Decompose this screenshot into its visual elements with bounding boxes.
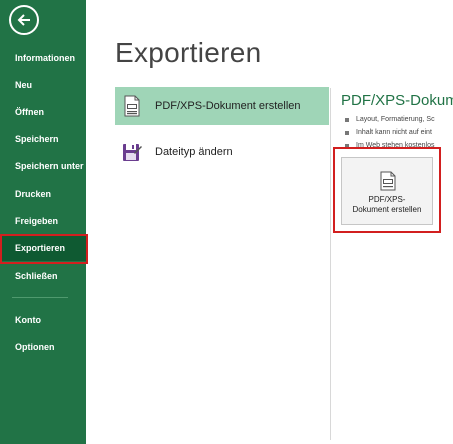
detail-title: PDF/XPS-Dokume	[341, 92, 453, 109]
bullet-text: Im Web stehen kostenlos	[356, 142, 435, 149]
create-button-label: PDF/XPS- Dokument erstellen	[342, 195, 432, 215]
nav-item-exportieren[interactable]: Exportieren	[0, 235, 86, 261]
nav-item-konto[interactable]: Konto	[0, 307, 86, 333]
option-pdf-xps[interactable]: PDF/XPS-Dokument erstellen	[115, 87, 329, 125]
nav-item-optionen[interactable]: Optionen	[0, 334, 86, 360]
pdf-document-icon	[380, 171, 396, 191]
sidebar-divider	[12, 297, 68, 298]
create-pdf-xps-button[interactable]: PDF/XPS- Dokument erstellen	[341, 157, 433, 225]
nav-item-schliessen[interactable]: Schließen	[0, 263, 86, 289]
bullet-square-icon	[345, 117, 349, 122]
nav-item-speichern[interactable]: Speichern	[0, 126, 86, 152]
nav-label: Speichern unter	[15, 161, 84, 171]
nav-label: Öffnen	[15, 107, 44, 117]
create-button-label-line2: Dokument erstellen	[352, 205, 422, 214]
nav-label: Drucken	[15, 189, 52, 199]
detail-bullets: Layout, Formatierung, Sc Inhalt kann nic…	[345, 113, 453, 152]
nav-label: Freigeben	[15, 216, 59, 226]
back-arrow-icon	[17, 14, 30, 26]
nav-item-drucken[interactable]: Drucken	[0, 181, 86, 207]
nav-label: Neu	[15, 80, 33, 90]
bullet-item: Inhalt kann nicht auf eint	[345, 126, 453, 139]
back-button[interactable]	[9, 5, 39, 35]
nav-label: Optionen	[15, 342, 55, 352]
nav-item-freigeben[interactable]: Freigeben	[0, 208, 86, 234]
nav-label: Konto	[15, 315, 41, 325]
backstage-sidebar: Informationen Neu Öffnen Speichern Speic…	[0, 0, 86, 444]
panel-divider	[330, 88, 331, 440]
bullet-text: Layout, Formatierung, Sc	[356, 116, 435, 123]
nav-label: Informationen	[15, 53, 75, 63]
create-button-label-line1: PDF/XPS-	[368, 195, 406, 204]
bullet-square-icon	[345, 143, 349, 148]
nav-label: Speichern	[15, 134, 59, 144]
nav-item-speichern-unter[interactable]: Speichern unter	[0, 153, 86, 179]
nav-item-neu[interactable]: Neu	[0, 72, 86, 98]
bullet-square-icon	[345, 130, 349, 135]
change-filetype-icon	[123, 144, 142, 161]
nav-item-oeffnen[interactable]: Öffnen	[0, 99, 86, 125]
nav-label: Schließen	[15, 271, 58, 281]
option-change-filetype[interactable]: Dateityp ändern	[115, 133, 329, 171]
option-label: Dateityp ändern	[155, 146, 233, 158]
option-label: PDF/XPS-Dokument erstellen	[155, 100, 301, 112]
bullet-text: Inhalt kann nicht auf eint	[356, 129, 432, 136]
pdf-document-icon	[124, 95, 140, 117]
nav-item-informationen[interactable]: Informationen	[0, 45, 86, 71]
bullet-item: Layout, Formatierung, Sc	[345, 113, 453, 126]
nav-label: Exportieren	[15, 243, 66, 253]
page-title: Exportieren	[115, 37, 262, 68]
bullet-item: Im Web stehen kostenlos	[345, 139, 453, 152]
